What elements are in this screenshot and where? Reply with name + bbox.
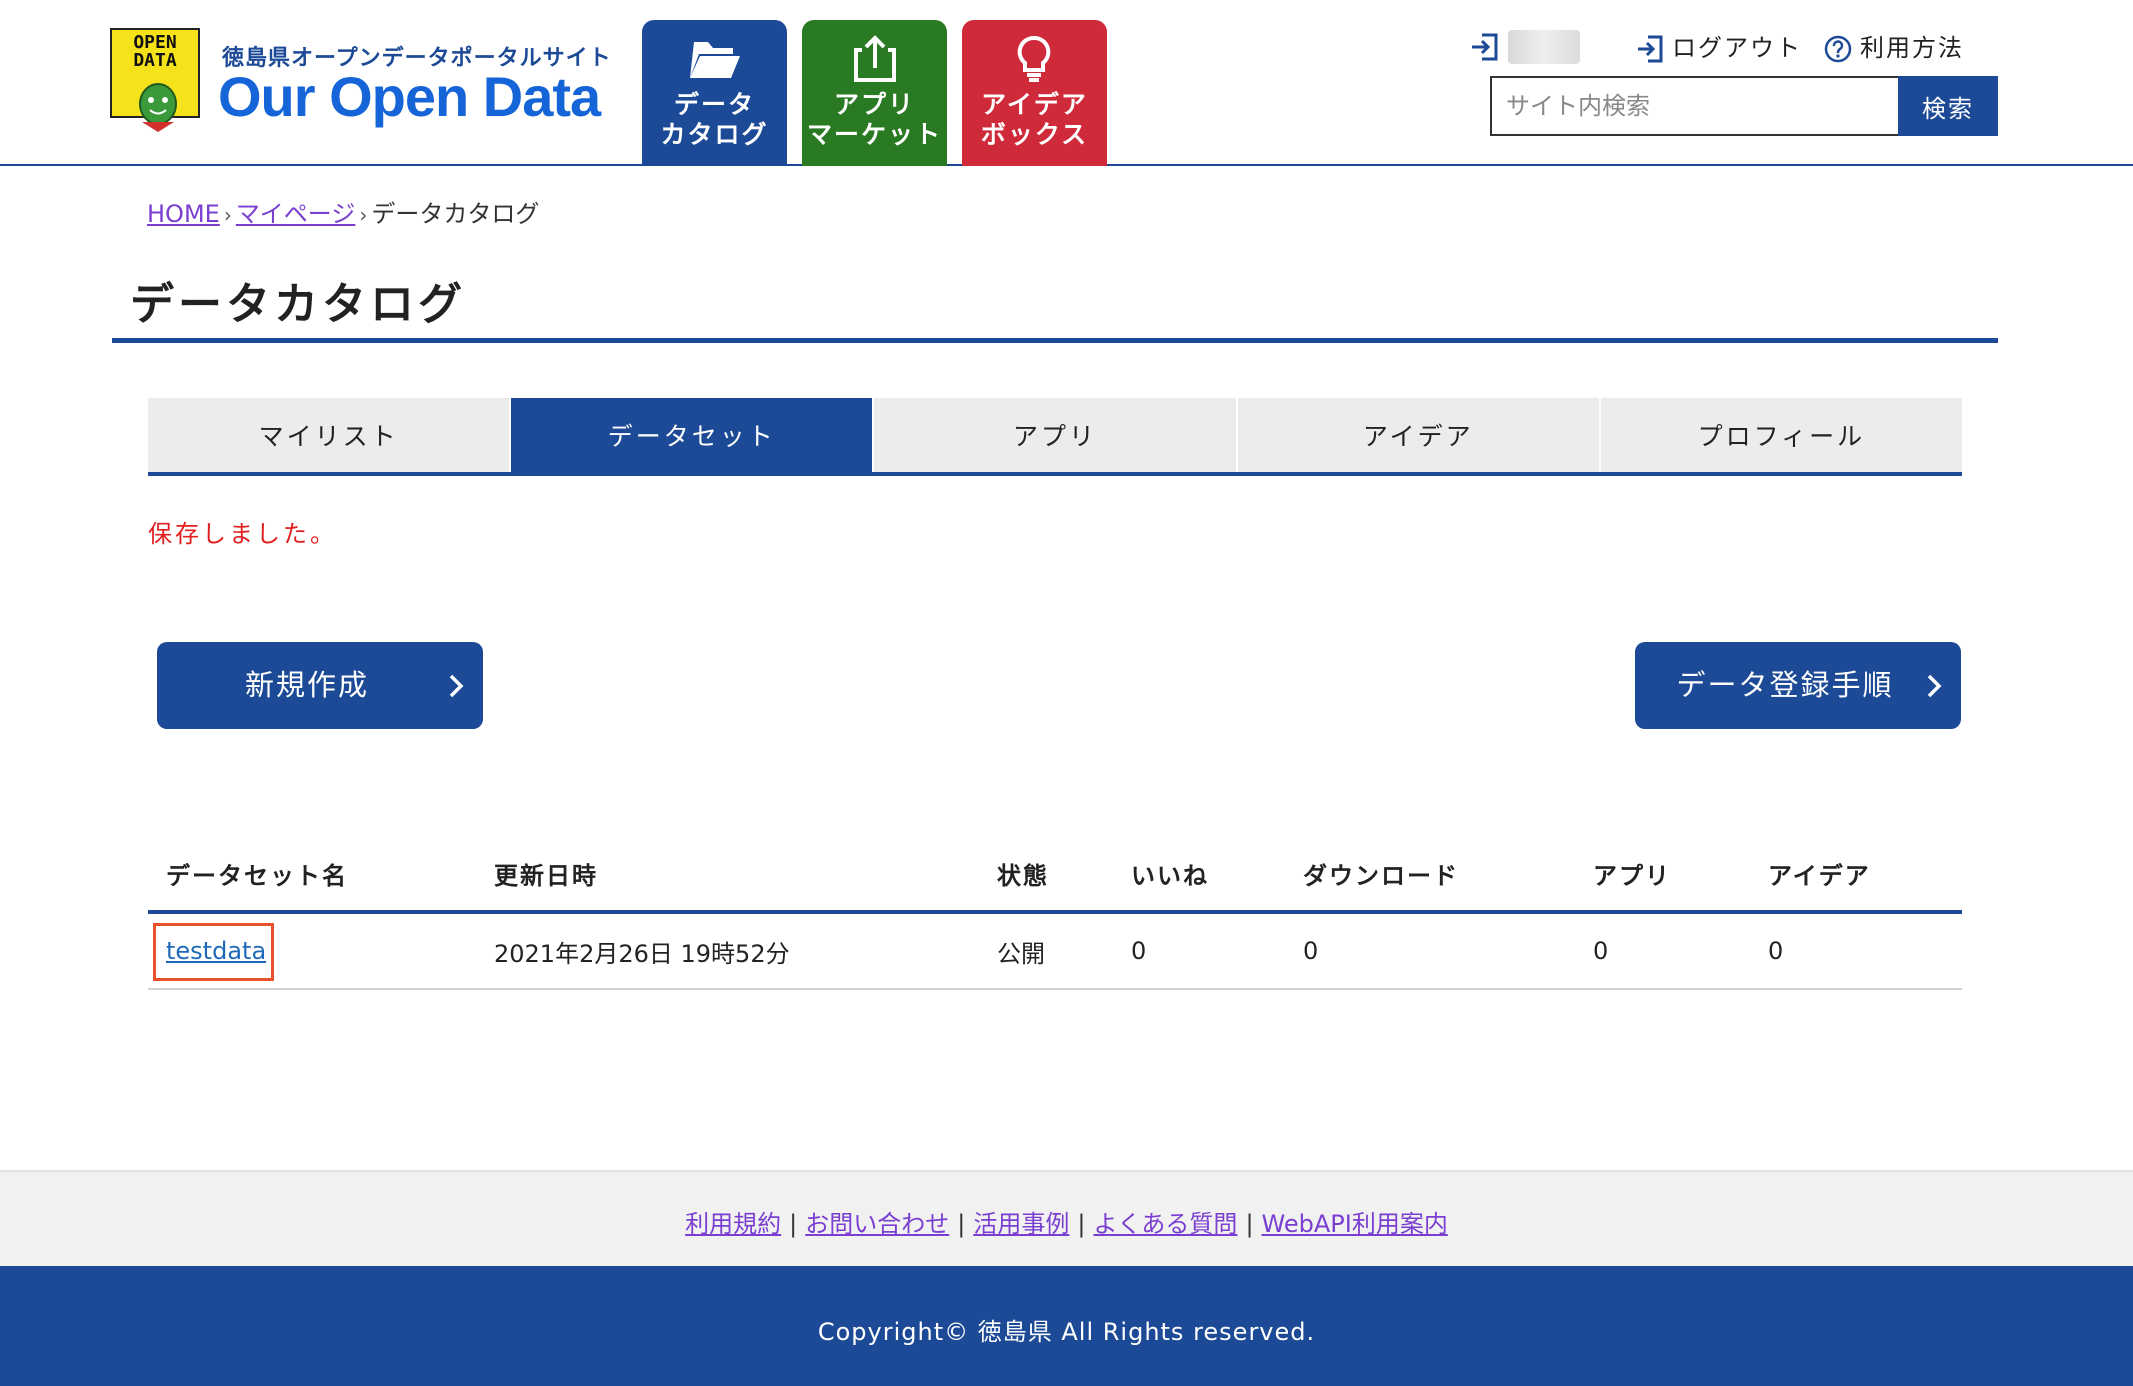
column-header-dataset-name: データセット名 — [166, 861, 348, 890]
footer-link-case-studies[interactable]: 活用事例 — [973, 1210, 1069, 1238]
cell-apps: 0 — [1593, 937, 1609, 965]
site-title: Our Open Data — [218, 65, 601, 128]
nav-app-market-label: アプリ マーケット — [806, 90, 942, 149]
dataset-name-link[interactable]: testdata — [166, 937, 266, 965]
copyright: Copyright© 徳島県 All Rights reserved. — [0, 1266, 2133, 1386]
mascot-icon — [139, 83, 177, 132]
breadcrumb-home[interactable]: HOME — [147, 200, 220, 228]
tab-idea[interactable]: アイデア — [1237, 398, 1601, 472]
footer-separator: | — [957, 1210, 966, 1238]
site-header: OPEN DATA 徳島県オープンデータポータルサイト Our Open Dat… — [0, 0, 2133, 166]
folder-open-icon — [690, 42, 740, 78]
site-search-input[interactable] — [1490, 76, 1898, 136]
column-header-apps: アプリ — [1593, 861, 1671, 890]
cell-downloads: 0 — [1303, 937, 1319, 965]
new-dataset-button-label: 新規作成 — [244, 668, 369, 702]
mypage-tabs: マイリスト データセット アプリ アイデア プロフィール — [148, 398, 1963, 476]
dataset-table: データセット名 更新日時 状態 いいね ダウンロード アプリ アイデア test… — [148, 836, 1962, 990]
chevron-right-icon — [449, 674, 464, 698]
logout-link[interactable]: ログアウト — [1636, 28, 1802, 64]
breadcrumb-mypage[interactable]: マイページ — [236, 200, 356, 228]
column-header-downloads: ダウンロード — [1303, 861, 1459, 890]
help-label: 利用方法 — [1860, 34, 1964, 62]
save-success-message: 保存しました。 — [148, 520, 337, 548]
breadcrumb-separator: › — [359, 203, 368, 227]
breadcrumb-current: データカタログ — [371, 200, 540, 228]
column-header-status: 状態 — [997, 861, 1049, 890]
share-icon — [854, 35, 896, 82]
logout-label: ログアウト — [1672, 34, 1802, 62]
tab-dataset[interactable]: データセット — [511, 398, 875, 472]
help-icon — [1824, 35, 1852, 63]
data-registration-guide-label: データ登録手順 — [1676, 668, 1894, 702]
cell-ideas: 0 — [1768, 937, 1784, 965]
search-button[interactable]: 検索 — [1898, 76, 1998, 136]
column-header-likes: いいね — [1131, 861, 1209, 890]
tab-profile[interactable]: プロフィール — [1600, 398, 1963, 472]
new-dataset-button[interactable]: 新規作成 — [157, 642, 483, 729]
tab-mylist[interactable]: マイリスト — [148, 398, 512, 472]
nav-idea-box[interactable]: アイデア ボックス — [962, 20, 1107, 166]
footer-link-faq[interactable]: よくある質問 — [1093, 1210, 1237, 1238]
cell-likes: 0 — [1131, 937, 1147, 965]
tab-app[interactable]: アプリ — [874, 398, 1238, 472]
footer-separator: | — [1245, 1210, 1254, 1238]
help-link[interactable]: 利用方法 — [1824, 28, 1964, 64]
footer-separator: | — [789, 1210, 798, 1238]
lightbulb-icon — [1017, 35, 1051, 82]
footer-link-terms[interactable]: 利用規約 — [685, 1210, 781, 1238]
footer-links: 利用規約 | お問い合わせ | 活用事例 | よくある質問 | WebAPI利用案内 — [0, 1170, 2133, 1266]
chevron-right-icon — [1927, 674, 1942, 698]
site-logo[interactable]: OPEN DATA 徳島県オープンデータポータルサイト Our Open Dat… — [110, 28, 611, 138]
cell-updated: 2021年2月26日 19時52分 — [494, 939, 790, 968]
data-registration-guide-button[interactable]: データ登録手順 — [1635, 642, 1961, 729]
open-data-badge: OPEN DATA — [110, 28, 200, 132]
column-header-ideas: アイデア — [1768, 861, 1871, 890]
nav-data-catalog[interactable]: データ カタログ — [642, 20, 787, 166]
table-header-row: データセット名 更新日時 状態 いいね ダウンロード アプリ アイデア — [148, 836, 1962, 914]
title-divider — [112, 338, 1998, 343]
nav-app-market[interactable]: アプリ マーケット — [802, 20, 947, 166]
breadcrumb-separator: › — [223, 203, 232, 227]
user-name-blurred — [1508, 30, 1580, 64]
nav-data-catalog-label: データ カタログ — [660, 90, 769, 149]
column-header-updated: 更新日時 — [494, 861, 598, 890]
open-data-badge-text: OPEN DATA — [133, 32, 177, 71]
login-icon — [1472, 33, 1498, 61]
table-row: testdata 2021年2月26日 19時52分 公開 0 0 0 0 — [148, 914, 1962, 990]
breadcrumb: HOME › マイページ › データカタログ — [147, 194, 539, 229]
cell-status: 公開 — [997, 939, 1045, 968]
logout-icon — [1638, 35, 1663, 63]
footer-link-webapi[interactable]: WebAPI利用案内 — [1262, 1210, 1448, 1238]
user-account[interactable] — [1470, 30, 1600, 64]
footer-link-contact[interactable]: お問い合わせ — [805, 1210, 949, 1238]
nav-idea-box-label: アイデア ボックス — [980, 90, 1089, 149]
footer-separator: | — [1077, 1210, 1086, 1238]
page-title: データカタログ — [130, 279, 466, 330]
